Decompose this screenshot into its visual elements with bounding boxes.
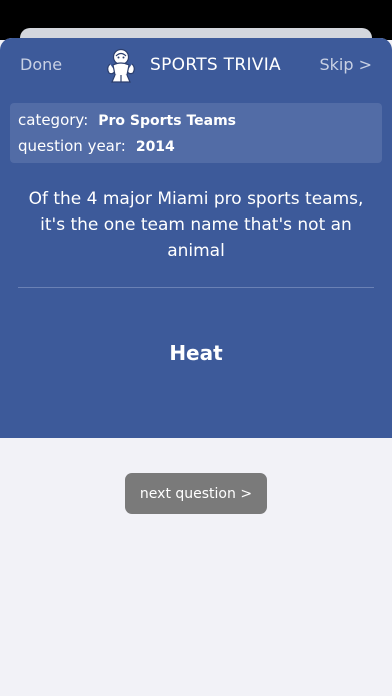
navigation-bar: Done SPORTS TRIVIA Skip > [0, 38, 392, 94]
app-title: SPORTS TRIVIA [150, 55, 281, 75]
divider [18, 287, 374, 288]
question-meta-box: category: Pro Sports Teams question year… [10, 103, 382, 163]
done-button[interactable]: Done [20, 55, 62, 74]
athlete-logo-icon [107, 48, 135, 83]
question-text: Of the 4 major Miami pro sports teams, i… [28, 189, 364, 261]
category-value: Pro Sports Teams [98, 113, 237, 129]
next-question-button[interactable]: next question > [125, 473, 267, 514]
skip-button[interactable]: Skip > [319, 55, 372, 74]
question-panel: Done SPORTS TRIVIA Skip > category: Pro … [0, 38, 392, 438]
answer-text: Heat [169, 341, 223, 365]
nav-title-group: SPORTS TRIVIA [104, 45, 281, 85]
year-value: 2014 [135, 139, 175, 155]
trivia-sheet: Done SPORTS TRIVIA Skip > category: Pro … [0, 38, 392, 696]
category-label: category: [18, 111, 89, 129]
category-row: category: Pro Sports Teams [18, 111, 236, 129]
year-row: question year: 2014 [18, 137, 175, 155]
year-label: question year: [18, 137, 126, 155]
